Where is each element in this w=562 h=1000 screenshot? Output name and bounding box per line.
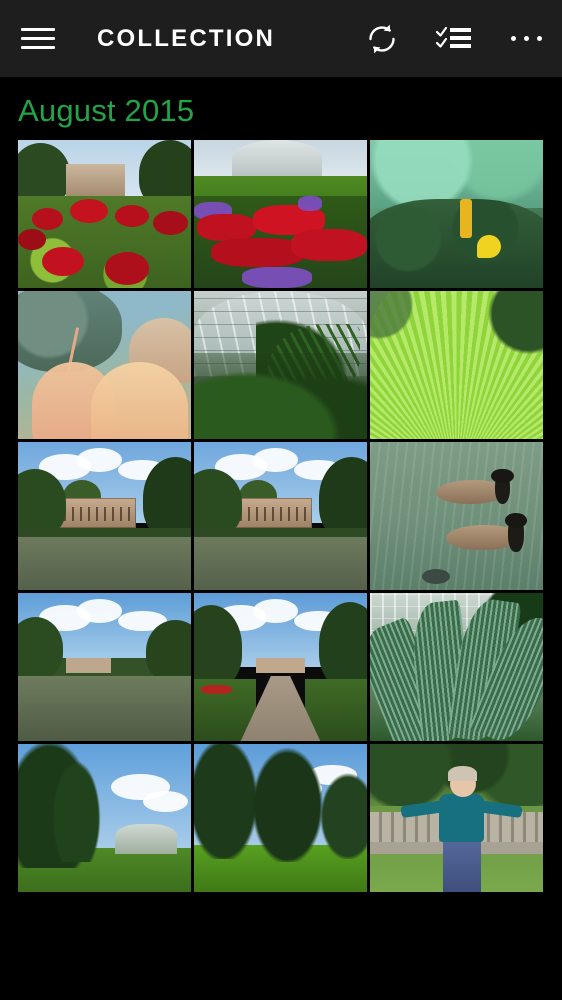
group-title: August 2015	[18, 93, 195, 128]
ellipsis-dot-3	[536, 36, 542, 41]
hamburger-bar-2	[21, 37, 55, 40]
ellipsis-dot-2	[523, 36, 529, 41]
photo-thumbnail	[194, 442, 367, 590]
photo-tile[interactable]	[18, 140, 191, 288]
hamburger-bar-3	[21, 46, 55, 49]
photo-thumbnail	[370, 442, 543, 590]
photo-tile[interactable]	[18, 593, 191, 741]
photo-tile[interactable]	[370, 291, 543, 439]
photo-tile[interactable]	[18, 442, 191, 590]
photo-tile[interactable]	[370, 442, 543, 590]
refresh-button[interactable]	[346, 0, 418, 77]
refresh-sync-icon	[363, 20, 401, 58]
photo-thumbnail	[18, 140, 191, 288]
photo-thumbnail	[194, 744, 367, 892]
ellipsis-dot-1	[510, 36, 516, 41]
photo-thumbnail	[194, 291, 367, 439]
photo-tile[interactable]	[370, 140, 543, 288]
photo-thumbnail	[18, 291, 191, 439]
photo-tile[interactable]	[370, 593, 543, 741]
app-bar: COLLECTION	[0, 0, 562, 77]
group-header[interactable]: August 2015	[0, 77, 562, 140]
photo-tile[interactable]	[18, 291, 191, 439]
photo-thumbnail	[18, 593, 191, 741]
photo-tile[interactable]	[194, 744, 367, 892]
photo-thumbnail	[18, 442, 191, 590]
photo-grid	[0, 140, 562, 892]
photo-tile[interactable]	[194, 291, 367, 439]
hamburger-menu-icon[interactable]	[18, 19, 58, 59]
photo-thumbnail	[18, 744, 191, 892]
photo-thumbnail	[370, 291, 543, 439]
photo-thumbnail	[370, 744, 543, 892]
photo-thumbnail	[194, 593, 367, 741]
photo-tile[interactable]	[194, 593, 367, 741]
photo-thumbnail	[194, 140, 367, 288]
photo-thumbnail	[370, 140, 543, 288]
photo-tile[interactable]	[194, 442, 367, 590]
ellipsis-icon	[510, 36, 542, 41]
photo-tile[interactable]	[194, 140, 367, 288]
page-title: COLLECTION	[97, 24, 275, 52]
more-button[interactable]	[490, 0, 562, 77]
photo-tile[interactable]	[370, 744, 543, 892]
select-button[interactable]	[418, 0, 490, 77]
hamburger-bar-1	[21, 28, 55, 31]
photo-tile[interactable]	[18, 744, 191, 892]
checklist-icon	[435, 24, 473, 54]
photo-thumbnail	[370, 593, 543, 741]
app-bar-actions	[346, 0, 562, 77]
